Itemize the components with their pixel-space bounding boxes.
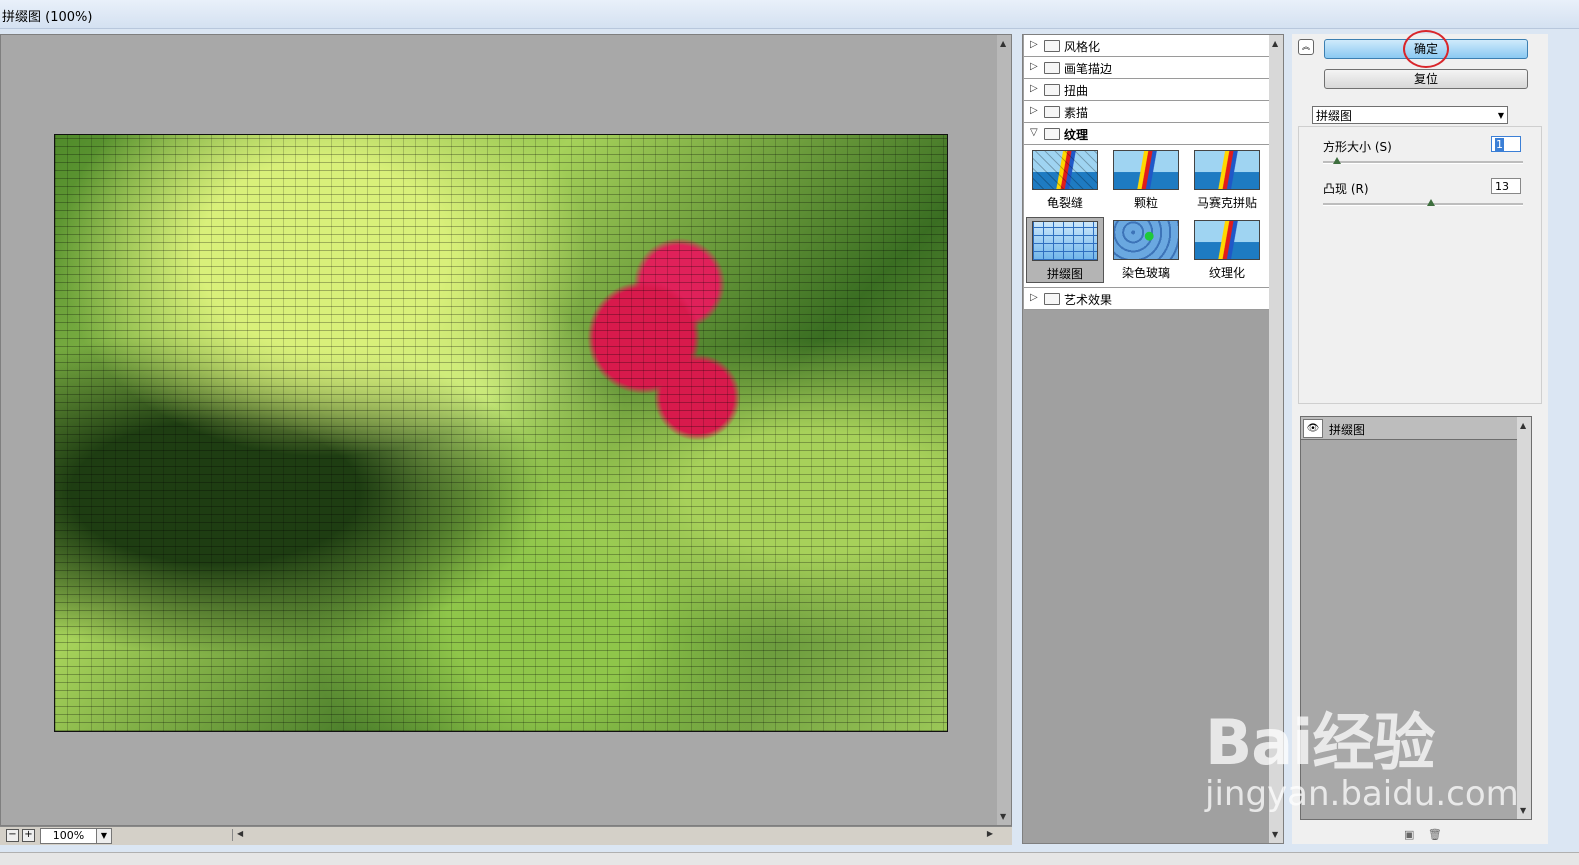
collapse-arrow-icon: ▽ xyxy=(1030,127,1038,138)
layers-scrollbar[interactable]: ▲ ▼ xyxy=(1517,417,1531,819)
effect-layer-row[interactable]: 👁 拼缀图 xyxy=(1301,417,1517,440)
square-size-label: 方形大小 (S) xyxy=(1323,140,1392,154)
thumbnail-image xyxy=(1194,220,1260,260)
expand-arrow-icon: ▷ xyxy=(1030,105,1038,116)
filter-select-value: 拼缀图 xyxy=(1316,109,1353,123)
folder-icon xyxy=(1044,106,1060,118)
watermark-brand: Bai经验 xyxy=(1205,706,1435,779)
thumbnail-caption: 颗粒 xyxy=(1133,196,1158,210)
square-size-field[interactable]: 1 xyxy=(1491,136,1521,152)
scroll-down-icon[interactable]: ▼ xyxy=(1520,806,1526,815)
square-size-value: 1 xyxy=(1495,138,1504,151)
square-size-slider[interactable] xyxy=(1323,157,1523,164)
filter-select[interactable]: 拼缀图 ▼ xyxy=(1312,106,1508,124)
filter-category-list: ▷ 风格化 ▷ 画笔描边 ▷ 扭曲 ▷ 素描 ▽ 纹理 龟裂缝 颗粒 马赛克拼贴… xyxy=(1024,35,1269,310)
relief-field[interactable]: 13 xyxy=(1491,178,1521,194)
expand-arrow-icon: ▷ xyxy=(1030,83,1038,94)
category-label: 扭曲 xyxy=(1064,84,1089,98)
category-label: 纹理 xyxy=(1064,128,1089,142)
filter-thumbnail-stained-glass[interactable]: 染色玻璃 xyxy=(1107,217,1185,283)
category-label: 素描 xyxy=(1064,106,1089,120)
expand-arrow-icon: ▷ xyxy=(1030,61,1038,72)
category-label: 艺术效果 xyxy=(1064,293,1113,307)
effect-layer-name: 拼缀图 xyxy=(1329,423,1366,437)
category-distort[interactable]: ▷ 扭曲 xyxy=(1024,79,1269,101)
chevron-down-icon: ▼ xyxy=(1497,111,1504,120)
filter-thumbnail-craquelure[interactable]: 龟裂缝 xyxy=(1026,147,1104,213)
filter-thumbnail-patchwork[interactable]: 拼缀图 xyxy=(1026,217,1104,283)
expand-arrow-icon: ▷ xyxy=(1030,39,1038,50)
thumbnail-image xyxy=(1113,220,1179,260)
zoom-in-button[interactable]: + xyxy=(22,829,35,842)
preview-image[interactable] xyxy=(54,134,948,732)
layer-actions: ▣ 🗑 xyxy=(1404,828,1452,841)
category-label: 画笔描边 xyxy=(1064,62,1113,76)
texture-thumbnails: 龟裂缝 颗粒 马赛克拼贴 拼缀图 染色玻璃 纹理化 xyxy=(1024,145,1269,288)
category-stylize[interactable]: ▷ 风格化 xyxy=(1024,35,1269,57)
thumbnail-image xyxy=(1032,221,1098,261)
category-sketch[interactable]: ▷ 素描 xyxy=(1024,101,1269,123)
relief-slider[interactable] xyxy=(1323,199,1523,206)
thumbnail-caption: 龟裂缝 xyxy=(1046,196,1083,210)
highlight-circle xyxy=(1403,30,1449,68)
window-title: 拼缀图 (100%) xyxy=(2,10,93,25)
expand-arrow-icon: ▷ xyxy=(1030,292,1038,303)
category-texture[interactable]: ▽ 纹理 xyxy=(1024,123,1269,145)
scroll-up-icon[interactable]: ▲ xyxy=(1000,39,1006,48)
scroll-left-icon[interactable]: ◀ xyxy=(237,829,243,838)
folder-icon xyxy=(1044,40,1060,52)
preview-vertical-scrollbar[interactable]: ▲ ▼ xyxy=(997,35,1011,825)
eye-icon[interactable]: 👁 xyxy=(1303,419,1323,438)
thumbnail-image xyxy=(1113,150,1179,190)
folder-icon xyxy=(1044,293,1060,305)
chevron-down-icon[interactable]: ▼ xyxy=(96,828,112,844)
preview-horizontal-scrollbar[interactable]: ◀ ▶ xyxy=(232,829,995,841)
scroll-down-icon[interactable]: ▼ xyxy=(1272,830,1278,839)
zoom-in-icon: + xyxy=(24,829,33,840)
thumbnail-caption: 马赛克拼贴 xyxy=(1196,196,1257,210)
title-bar: 拼缀图 (100%) xyxy=(0,0,1579,29)
trash-icon[interactable]: 🗑 xyxy=(1428,828,1442,841)
new-effect-layer-icon[interactable]: ▣ xyxy=(1404,828,1414,841)
scroll-up-icon[interactable]: ▲ xyxy=(1520,421,1526,430)
collapse-gallery-icon[interactable]: ︽ xyxy=(1298,39,1314,55)
folder-icon xyxy=(1044,62,1060,74)
category-artistic[interactable]: ▷ 艺术效果 xyxy=(1024,288,1269,310)
filter-thumbnail-grain[interactable]: 颗粒 xyxy=(1107,147,1185,213)
watermark-url: jingyan.baidu.com xyxy=(1205,774,1519,814)
slider-knob-icon[interactable] xyxy=(1427,199,1435,206)
scroll-right-icon[interactable]: ▶ xyxy=(987,829,993,838)
reset-button[interactable]: 复位 xyxy=(1324,69,1528,89)
baidu-watermark: Bai经验 jingyan.baidu.com xyxy=(1205,692,1519,814)
open-folder-icon xyxy=(1044,128,1060,140)
zoom-out-button[interactable]: − xyxy=(6,829,19,842)
filter-parameters: 方形大小 (S) 1 凸现 (R) 13 xyxy=(1298,126,1542,404)
thumbnail-caption: 染色玻璃 xyxy=(1121,266,1170,280)
thumbnail-caption: 拼缀图 xyxy=(1046,267,1083,281)
scroll-down-icon[interactable]: ▼ xyxy=(1000,812,1006,821)
preview-zoom-bar: − + 100% ▼ ◀ ▶ xyxy=(0,826,1012,845)
relief-label: 凸现 (R) xyxy=(1323,182,1369,196)
zoom-out-icon: − xyxy=(8,829,17,840)
thumbnail-image xyxy=(1194,150,1260,190)
category-brush-strokes[interactable]: ▷ 画笔描边 xyxy=(1024,57,1269,79)
preview-pane[interactable]: ▲ ▼ xyxy=(0,34,1012,826)
filter-thumbnail-mosaic-tiles[interactable]: 马赛克拼贴 xyxy=(1188,147,1266,213)
folder-icon xyxy=(1044,84,1060,96)
thumbnail-image xyxy=(1032,150,1098,190)
filter-thumbnail-texturizer[interactable]: 纹理化 xyxy=(1188,217,1266,283)
scroll-up-icon[interactable]: ▲ xyxy=(1272,39,1278,48)
category-label: 风格化 xyxy=(1064,40,1101,54)
thumbnail-caption: 纹理化 xyxy=(1208,266,1245,280)
window-bottom-edge xyxy=(0,852,1579,865)
slider-knob-icon[interactable] xyxy=(1333,157,1341,164)
zoom-level-field[interactable]: 100% xyxy=(40,828,97,844)
